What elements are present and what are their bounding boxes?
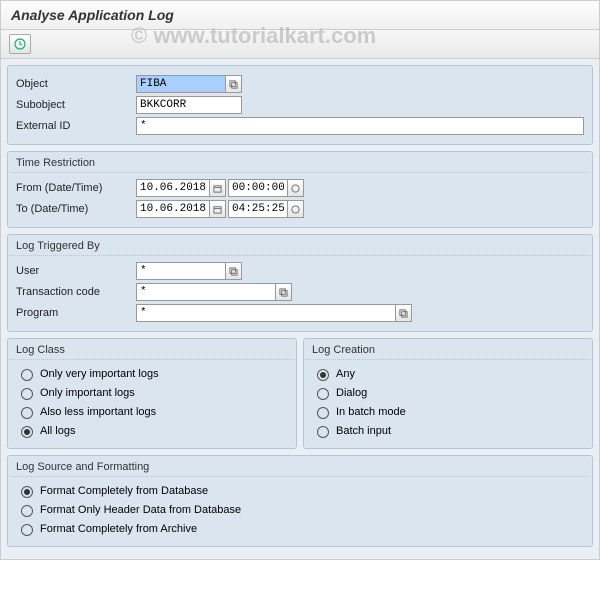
subobject-input[interactable] (136, 96, 242, 114)
calendar-icon (213, 184, 222, 193)
panel-basic: Object Subobject External ID (7, 65, 593, 145)
radio-label: Only important logs (40, 387, 135, 399)
titlebar: Analyse Application Log (1, 1, 599, 30)
to-date-input[interactable] (136, 200, 210, 218)
tcode-input[interactable] (136, 283, 276, 301)
radio-header-db[interactable] (21, 505, 33, 517)
to-time-picker-button[interactable] (288, 200, 304, 218)
tcode-label: Transaction code (16, 286, 136, 298)
content-area: Object Subobject External ID Time Restri… (1, 59, 599, 559)
tcode-f4-button[interactable] (276, 283, 292, 301)
radio-full-archive[interactable] (21, 524, 33, 536)
panel-triggered-by: Log Triggered By User Transaction code P… (7, 234, 593, 332)
to-time-input[interactable] (228, 200, 288, 218)
radio-dialog[interactable] (317, 388, 329, 400)
radio-label: Batch input (336, 425, 391, 437)
clock-icon (14, 38, 26, 50)
panel-title-log-class: Log Class (10, 341, 294, 360)
to-date-picker-button[interactable] (210, 200, 226, 218)
search-help-icon (399, 309, 408, 318)
radio-label: Format Completely from Archive (40, 523, 197, 535)
object-label: Object (16, 78, 136, 90)
user-input[interactable] (136, 262, 226, 280)
external-id-label: External ID (16, 120, 136, 132)
program-label: Program (16, 307, 136, 319)
from-date-picker-button[interactable] (210, 179, 226, 197)
radio-less-important[interactable] (21, 407, 33, 419)
program-input[interactable] (136, 304, 396, 322)
app-window: Analyse Application Log © www.tutorialka… (0, 0, 600, 560)
radio-label: Format Only Header Data from Database (40, 504, 241, 516)
panel-log-source: Log Source and Formatting Format Complet… (7, 455, 593, 547)
panel-log-creation: Log Creation Any Dialog In batch mode Ba… (303, 338, 593, 449)
execute-button[interactable] (9, 34, 31, 54)
from-date-input[interactable] (136, 179, 210, 197)
panel-title-log-creation: Log Creation (306, 341, 590, 360)
search-help-icon (279, 288, 288, 297)
page-title: Analyse Application Log (11, 7, 589, 23)
panel-title-log-source: Log Source and Formatting (10, 458, 590, 477)
panel-title-time: Time Restriction (10, 154, 590, 173)
radio-label: Also less important logs (40, 406, 156, 418)
clock-small-icon (291, 205, 300, 214)
user-f4-button[interactable] (226, 262, 242, 280)
object-f4-button[interactable] (226, 75, 242, 93)
radio-full-db[interactable] (21, 486, 33, 498)
radio-any[interactable] (317, 369, 329, 381)
radio-label: All logs (40, 425, 75, 437)
from-label: From (Date/Time) (16, 182, 136, 194)
search-help-icon (229, 80, 238, 89)
program-f4-button[interactable] (396, 304, 412, 322)
panel-time-restriction: Time Restriction From (Date/Time) To (Da… (7, 151, 593, 228)
from-time-picker-button[interactable] (288, 179, 304, 197)
search-help-icon (229, 267, 238, 276)
radio-all-logs[interactable] (21, 426, 33, 438)
radio-batch-input[interactable] (317, 426, 329, 438)
radio-label: Any (336, 368, 355, 380)
object-input[interactable] (136, 75, 226, 93)
from-time-input[interactable] (228, 179, 288, 197)
clock-small-icon (291, 184, 300, 193)
radio-label: Only very important logs (40, 368, 159, 380)
radio-label: Format Completely from Database (40, 485, 208, 497)
user-label: User (16, 265, 136, 277)
calendar-icon (213, 205, 222, 214)
radio-label: In batch mode (336, 406, 406, 418)
radio-very-important[interactable] (21, 369, 33, 381)
radio-important[interactable] (21, 388, 33, 400)
subobject-label: Subobject (16, 99, 136, 111)
to-label: To (Date/Time) (16, 203, 136, 215)
panel-log-class: Log Class Only very important logs Only … (7, 338, 297, 449)
radio-batch-mode[interactable] (317, 407, 329, 419)
radio-label: Dialog (336, 387, 367, 399)
toolbar (1, 30, 599, 59)
external-id-input[interactable] (136, 117, 584, 135)
panel-title-triggered: Log Triggered By (10, 237, 590, 256)
